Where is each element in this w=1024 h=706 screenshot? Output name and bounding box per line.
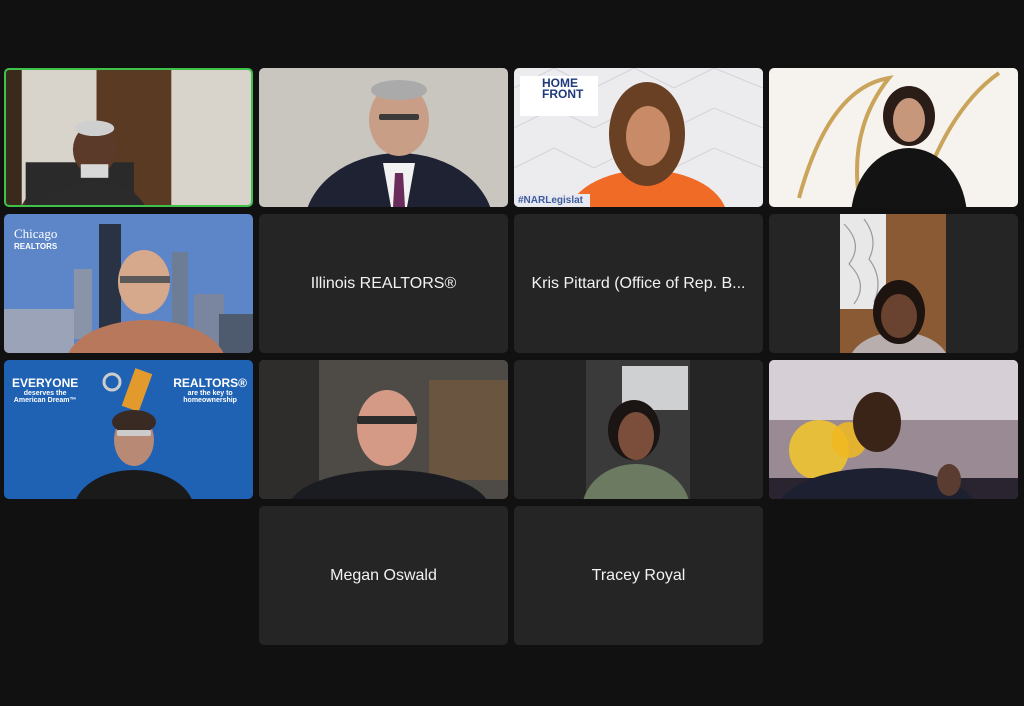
participant-tile-14[interactable]: Tracey Royal <box>514 506 763 645</box>
camera-feed <box>259 68 508 207</box>
realtors-banner: REALTORS® are the key to homeownership <box>173 376 247 404</box>
participant-tile-1[interactable] <box>4 68 253 207</box>
hashtag-label: #NARLegislat <box>518 195 584 206</box>
participant-tile-2[interactable] <box>259 68 508 207</box>
camera-feed <box>514 360 763 499</box>
participant-tile-4[interactable] <box>769 68 1018 207</box>
participant-name: Illinois REALTORS® <box>310 274 457 292</box>
participant-tile-11[interactable] <box>514 360 763 499</box>
chicago-realtors-logo: Chicago REALTORS <box>14 226 58 251</box>
participant-tile-7[interactable]: Kris Pittard (Office of Rep. B... <box>514 214 763 353</box>
participant-tile-13[interactable]: Megan Oswald <box>259 506 508 645</box>
participant-name: Megan Oswald <box>330 566 437 584</box>
everyone-banner: EVERYONE deserves the American Dream™ <box>12 376 79 404</box>
participant-tile-12[interactable] <box>769 360 1018 499</box>
participant-tile-6[interactable]: Illinois REALTORS® <box>259 214 508 353</box>
camera-feed <box>259 360 508 499</box>
home-front-logo: HOME FRONT <box>542 76 584 101</box>
camera-feed <box>6 70 251 205</box>
participant-tile-9[interactable]: EVERYONE deserves the American Dream™ RE… <box>4 360 253 499</box>
camera-feed <box>769 68 1018 207</box>
participant-tile-3[interactable]: HOME FRONT #NARLegislat <box>514 68 763 207</box>
video-gallery: HOME FRONT #NARLegislat Chicago REALTORS… <box>0 0 1024 706</box>
participant-tile-8[interactable] <box>769 214 1018 353</box>
camera-feed <box>769 360 1018 499</box>
participant-name: Tracey Royal <box>591 566 686 584</box>
participant-tile-5[interactable]: Chicago REALTORS <box>4 214 253 353</box>
participant-tile-10[interactable] <box>259 360 508 499</box>
camera-feed <box>769 214 1018 353</box>
participant-name: Kris Pittard (Office of Rep. B... <box>531 274 746 292</box>
